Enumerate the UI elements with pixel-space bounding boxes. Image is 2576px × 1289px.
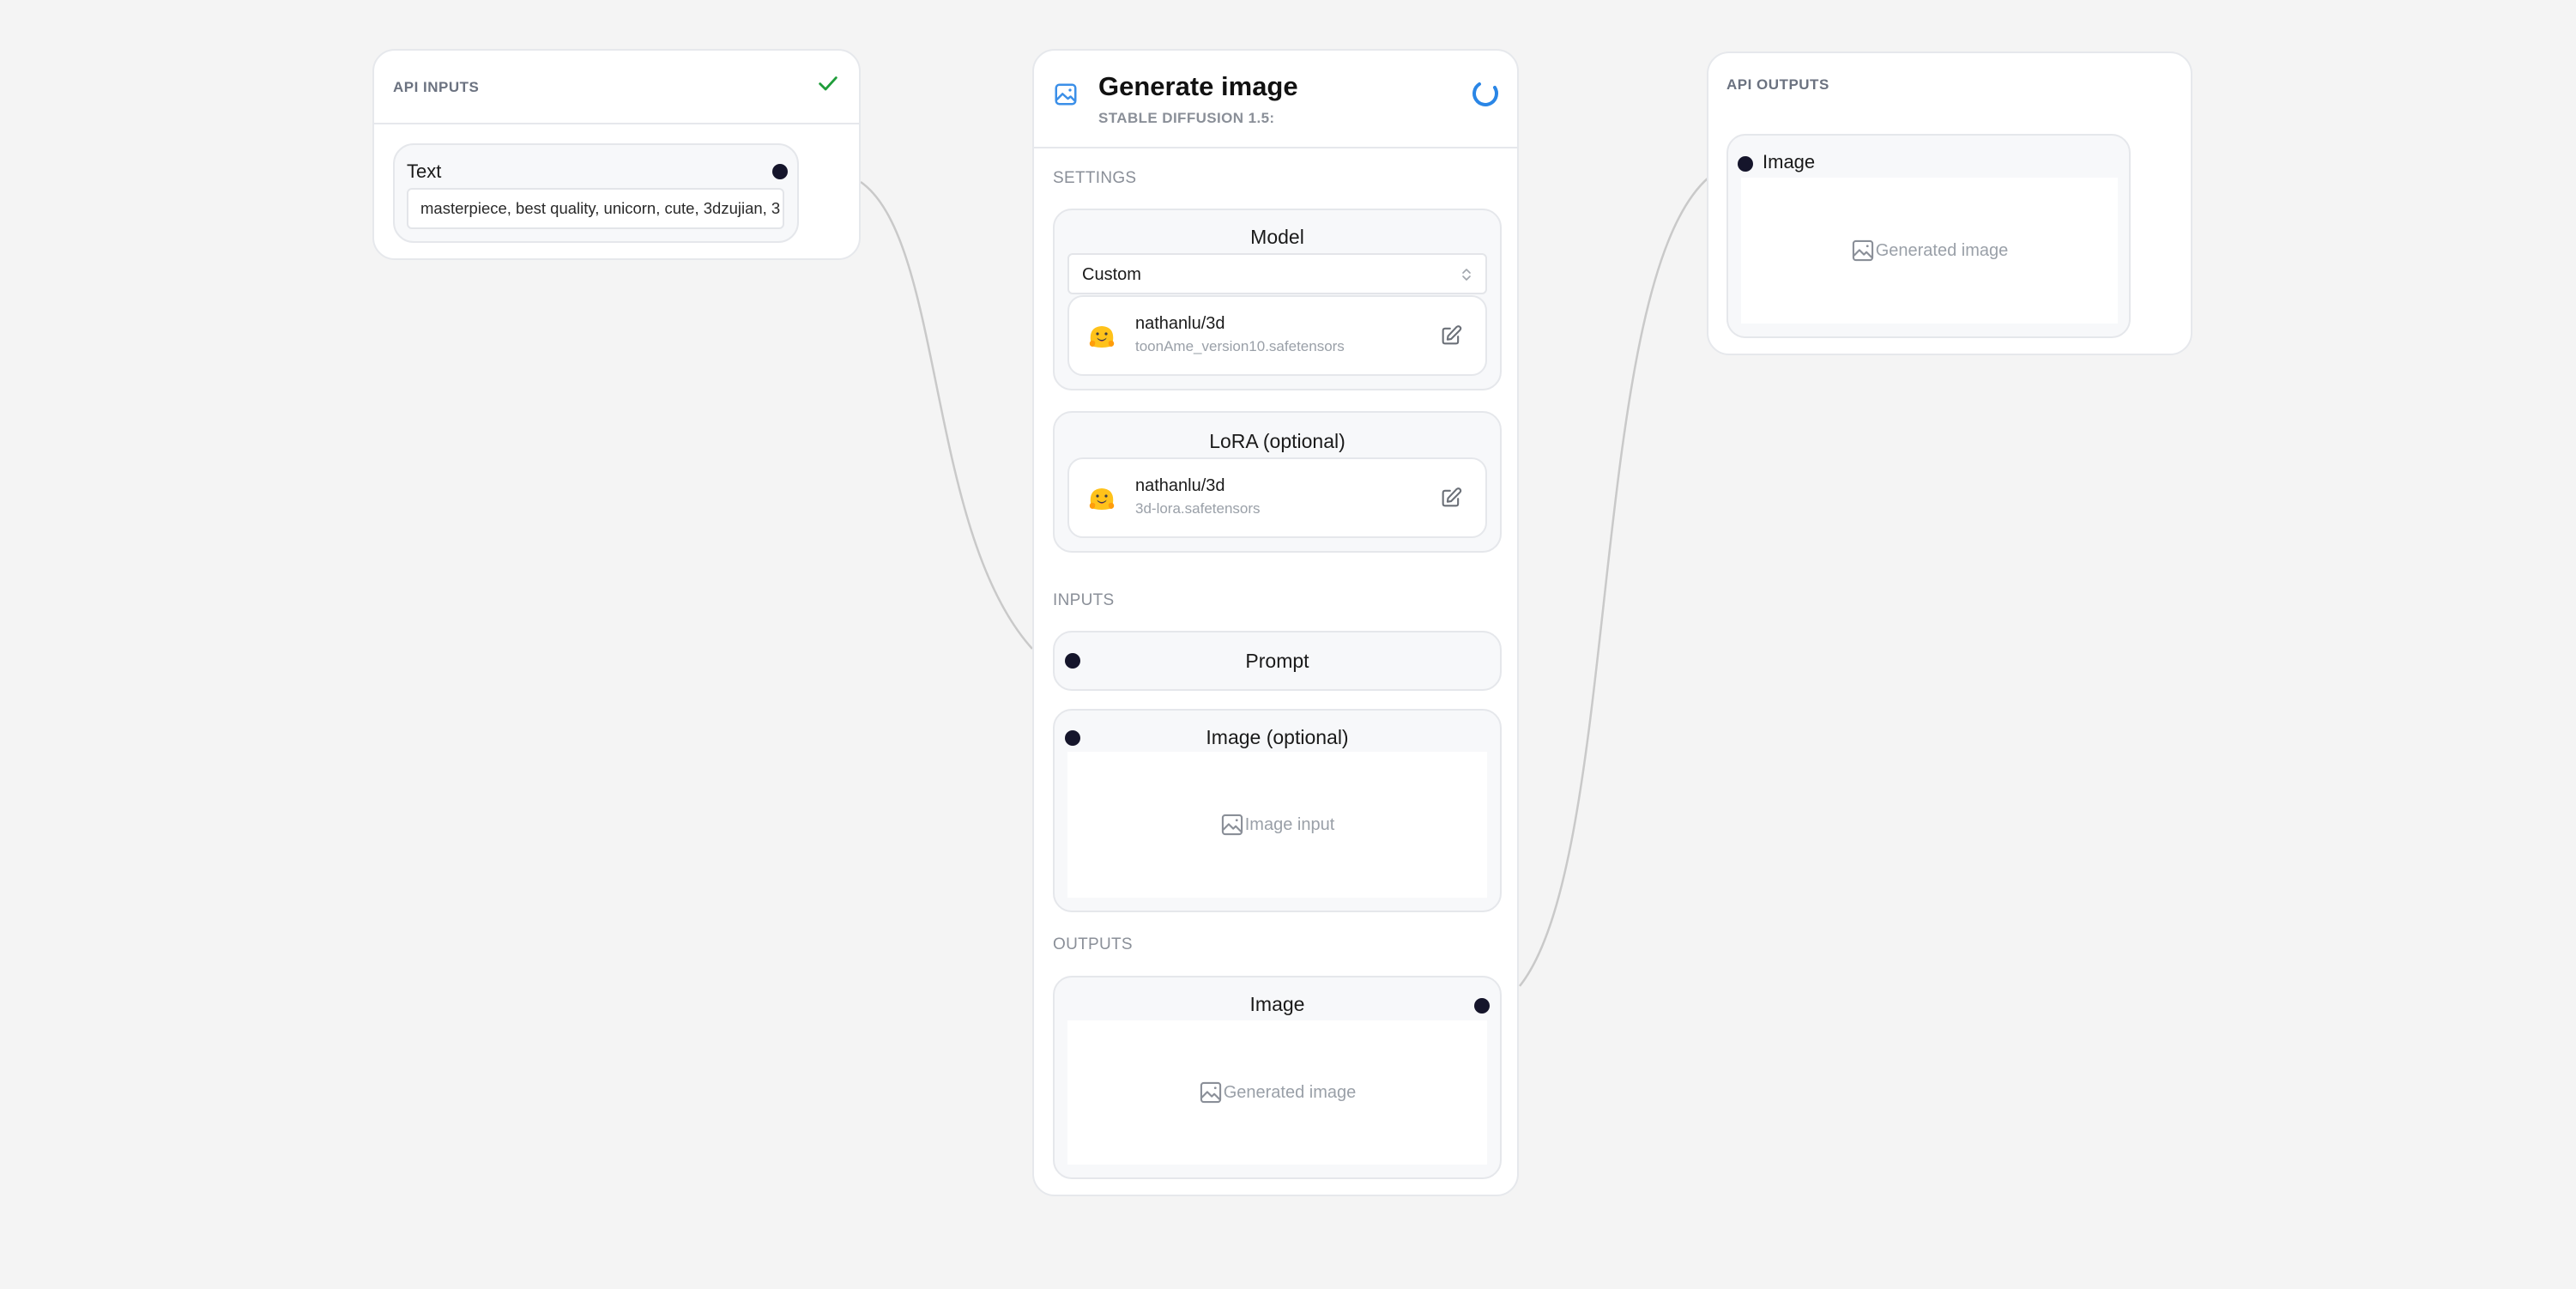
text-field-panel: Text masterpiece, best quality, unicorn,…: [393, 143, 799, 243]
api-output-image-placeholder: Generated image: [1875, 240, 2009, 260]
huggingface-icon: [1089, 326, 1115, 348]
generate-image-node[interactable]: Generate image STABLE DIFFUSION 1.5: SET…: [1032, 49, 1519, 1196]
api-output-image-label: Image: [1763, 151, 1816, 172]
prompt-label: Prompt: [1245, 650, 1309, 672]
api-inputs-node[interactable]: API INPUTS Text masterpiece, best qualit…: [372, 49, 861, 260]
image-input-title: Image (optional): [1206, 726, 1349, 748]
api-output-image-area: Generated image: [1741, 178, 2118, 324]
model-select[interactable]: Custom: [1067, 253, 1487, 294]
header-divider: [374, 123, 859, 124]
model-panel: Model Custom nathanlu/3d toonAme_version…: [1053, 209, 1502, 390]
prompt-input-panel: Prompt: [1053, 631, 1502, 691]
model-repo-row[interactable]: nathanlu/3d toonAme_version10.safetensor…: [1067, 295, 1487, 376]
generated-image-area: Generated image: [1067, 1020, 1487, 1165]
lora-repo-name: nathanlu/3d: [1135, 476, 1225, 495]
image-input-panel: Image (optional) Image input: [1053, 709, 1502, 912]
image-input-dropzone[interactable]: Image input: [1067, 752, 1487, 898]
outputs-section-label: OUTPUTS: [1053, 935, 1133, 953]
edge-image-to-api-output: [1519, 177, 1709, 987]
edit-icon[interactable]: [1439, 486, 1463, 510]
image-icon: [1055, 83, 1077, 106]
check-icon: [819, 76, 838, 91]
model-repo-name: nathanlu/3d: [1135, 314, 1225, 333]
api-outputs-node[interactable]: API OUTPUTS Image Generated image: [1707, 51, 2192, 355]
model-panel-title: Model: [1250, 226, 1304, 248]
lora-file-name: 3d-lora.safetensors: [1135, 500, 1261, 517]
text-input-value: masterpiece, best quality, unicorn, cute…: [420, 199, 781, 217]
node-title: Generate image: [1098, 71, 1298, 101]
image-output-title: Image: [1249, 993, 1305, 1015]
lora-panel: LoRA (optional) nathanlu/3d 3d-lora.safe…: [1053, 411, 1502, 553]
text-output-handle[interactable]: [772, 164, 788, 179]
lora-panel-title: LoRA (optional): [1209, 430, 1345, 452]
huggingface-icon: [1089, 488, 1115, 510]
api-outputs-title: API OUTPUTS: [1726, 76, 1829, 93]
edge-text-to-prompt: [860, 180, 1033, 650]
image-output-handle[interactable]: [1474, 998, 1490, 1014]
api-output-image-panel: Image Generated image: [1726, 134, 2131, 338]
api-inputs-title: API INPUTS: [393, 79, 480, 95]
api-output-image-handle[interactable]: [1738, 156, 1753, 172]
image-output-placeholder: Generated image: [1223, 1082, 1357, 1102]
image-placeholder-icon: [1221, 814, 1243, 836]
spinner-icon: [1472, 82, 1498, 106]
edit-icon[interactable]: [1439, 324, 1463, 348]
image-input-placeholder: Image input: [1244, 814, 1335, 834]
model-select-value: Custom: [1082, 265, 1141, 284]
text-field-label: Text: [407, 160, 442, 182]
inputs-section-label: INPUTS: [1053, 591, 1115, 609]
header-divider: [1034, 147, 1517, 148]
image-output-panel: Image Generated image: [1053, 976, 1502, 1179]
lora-repo-row[interactable]: nathanlu/3d 3d-lora.safetensors: [1067, 457, 1487, 538]
settings-section-label: SETTINGS: [1053, 169, 1137, 187]
chevron-up-down-icon: [1462, 269, 1471, 281]
text-input[interactable]: masterpiece, best quality, unicorn, cute…: [407, 188, 784, 229]
node-subtitle: STABLE DIFFUSION 1.5:: [1098, 110, 1275, 126]
image-placeholder-icon: [1200, 1081, 1221, 1104]
image-placeholder-icon: [1852, 239, 1873, 262]
model-file-name: toonAme_version10.safetensors: [1135, 338, 1345, 354]
